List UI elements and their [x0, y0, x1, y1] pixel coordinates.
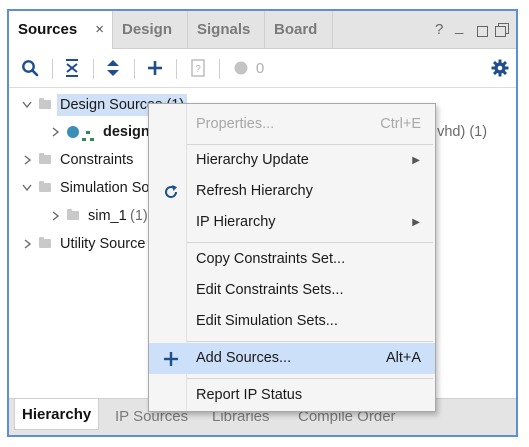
restore-icon[interactable]: [477, 26, 488, 37]
document-info-icon[interactable]: ?: [187, 49, 209, 87]
menu-item-shortcut: Alt+A: [385, 350, 421, 366]
tab-bar: Sources × Design Signals Board ? _: [9, 11, 516, 49]
toolbar-divider: [93, 59, 94, 79]
submenu-arrow-icon: ▶: [412, 217, 420, 228]
tab-hierarchy[interactable]: Hierarchy: [14, 399, 100, 430]
menu-divider: [187, 341, 433, 342]
chevron-right-icon[interactable]: [49, 204, 61, 228]
folder-icon: [39, 181, 51, 192]
menu-item-label: Report IP Status: [196, 387, 303, 403]
tree-label: design: [103, 124, 150, 140]
chevron-down-icon[interactable]: [21, 176, 33, 200]
minimize-icon[interactable]: _: [455, 11, 463, 45]
hierarchy-icon: [82, 126, 94, 141]
folder-icon: [39, 98, 51, 109]
toolbar: ? 0: [9, 49, 516, 88]
chevron-right-icon[interactable]: [21, 232, 33, 256]
menu-item-edit-simulation-sets[interactable]: Edit Simulation Sets...: [149, 306, 435, 337]
menu-item-hierarchy-update[interactable]: Hierarchy Update ▶: [149, 145, 435, 176]
help-icon[interactable]: ?: [435, 11, 443, 48]
toolbar-divider: [134, 59, 135, 79]
tab-sources-label: Sources: [18, 21, 78, 38]
folder-icon: [67, 209, 79, 220]
add-icon: [161, 343, 181, 374]
maximize-icon[interactable]: [495, 23, 509, 37]
tree-label: Constraints: [60, 152, 134, 168]
menu-item-properties[interactable]: Properties... Ctrl+E: [149, 109, 435, 140]
tree-row-utility-sources[interactable]: Utility Source: [9, 232, 159, 256]
status-dot-icon: [233, 49, 249, 87]
tab-design[interactable]: Design: [113, 11, 188, 48]
chevron-down-icon[interactable]: [21, 93, 33, 117]
folder-icon: [39, 153, 51, 164]
menu-item-label: Edit Constraints Sets...: [196, 282, 344, 298]
context-menu: Properties... Ctrl+E Hierarchy Update ▶ …: [148, 103, 436, 412]
chevron-right-icon[interactable]: [21, 148, 33, 172]
refresh-icon: [161, 176, 181, 207]
menu-item-edit-constraints-sets[interactable]: Edit Constraints Sets...: [149, 275, 435, 306]
menu-divider: [187, 378, 433, 379]
menu-item-shortcut: Ctrl+E: [380, 116, 421, 132]
tree-label: Simulation So: [60, 180, 150, 196]
status-count: 0: [255, 59, 265, 77]
menu-item-label: Edit Simulation Sets...: [196, 313, 338, 329]
menu-item-label: Properties...: [196, 116, 275, 132]
expand-all-icon[interactable]: [101, 49, 125, 87]
search-icon[interactable]: [19, 49, 41, 87]
tree-label: sim_1: [88, 208, 127, 224]
tree-row-sim-1[interactable]: sim_1 (1): [9, 204, 159, 228]
collapse-all-icon[interactable]: [60, 49, 84, 87]
tab-sources[interactable]: Sources ×: [9, 11, 113, 49]
toolbar-divider: [176, 59, 177, 79]
menu-item-label: Hierarchy Update: [196, 152, 309, 168]
menu-item-report-ip-status[interactable]: Report IP Status: [149, 380, 435, 411]
close-icon[interactable]: ×: [95, 11, 104, 48]
menu-item-ip-hierarchy[interactable]: IP Hierarchy ▶: [149, 207, 435, 238]
tree-label: Utility Source: [60, 236, 146, 252]
tab-signals[interactable]: Signals: [188, 11, 265, 48]
menu-item-label: IP Hierarchy: [196, 214, 276, 230]
menu-item-copy-constraints-set[interactable]: Copy Constraints Set...: [149, 244, 435, 275]
tree-row-simulation-sources[interactable]: Simulation So: [9, 176, 159, 200]
menu-item-add-sources[interactable]: Add Sources... Alt+A: [149, 343, 435, 374]
menu-item-label: Add Sources...: [196, 350, 292, 366]
add-icon[interactable]: [143, 49, 167, 87]
gear-icon[interactable]: [489, 49, 511, 87]
menu-item-label: Copy Constraints Set...: [196, 251, 346, 267]
submenu-arrow-icon: ▶: [412, 155, 420, 166]
tree-count: (1): [130, 208, 148, 224]
chevron-right-icon[interactable]: [49, 120, 61, 144]
menu-item-label: Refresh Hierarchy: [196, 183, 313, 199]
tab-board[interactable]: Board: [265, 11, 333, 48]
menu-divider: [187, 242, 433, 243]
toolbar-divider: [52, 59, 53, 79]
tree-row-constraints[interactable]: Constraints: [9, 148, 159, 172]
svg-text:?: ?: [195, 64, 201, 75]
folder-icon: [39, 237, 51, 248]
top-module-dot-icon: [67, 126, 79, 138]
menu-item-refresh-hierarchy[interactable]: Refresh Hierarchy: [149, 176, 435, 207]
toolbar-divider: [219, 59, 220, 79]
